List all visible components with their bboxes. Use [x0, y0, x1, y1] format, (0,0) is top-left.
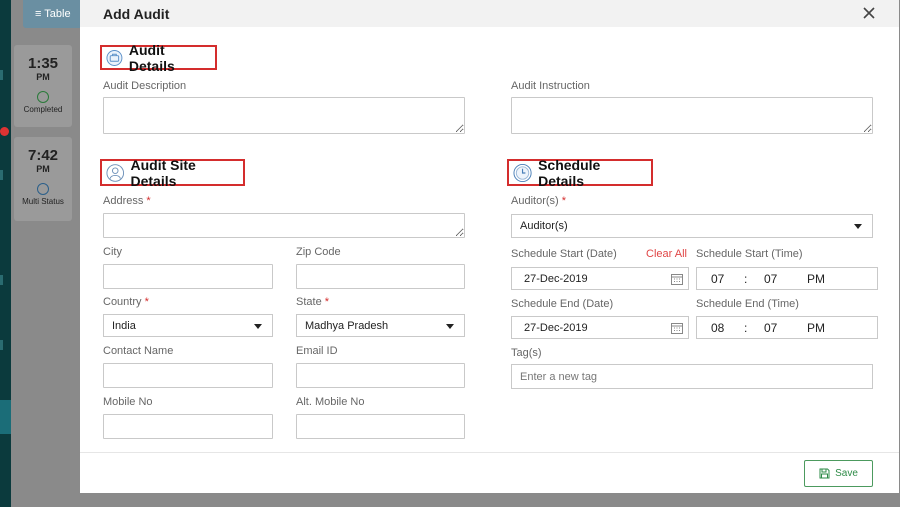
end-period[interactable]: PM: [807, 321, 825, 335]
tags-input[interactable]: Enter a new tag: [511, 364, 873, 389]
mobile-no-input[interactable]: [103, 414, 273, 439]
rail-active-item[interactable]: [0, 400, 11, 434]
audit-instruction-input[interactable]: [511, 97, 873, 134]
card-status: Completed: [23, 105, 63, 114]
dropdown-caret-icon: [254, 323, 262, 329]
tags-label: Tag(s): [511, 347, 542, 359]
calendar-icon[interactable]: [671, 322, 683, 334]
city-label: City: [103, 246, 122, 258]
auditors-placeholder: Auditor(s): [520, 220, 568, 232]
address-label: Address *: [103, 195, 151, 207]
schedule-end-date-input[interactable]: 27-Dec-2019: [511, 316, 689, 339]
mobile-no-label: Mobile No: [103, 396, 153, 408]
schedule-end-date-label: Schedule End (Date): [511, 298, 614, 310]
contact-name-label: Contact Name: [103, 345, 174, 357]
audit-site-details-heading: Audit Site Details: [100, 156, 245, 189]
city-input[interactable]: [103, 264, 273, 289]
schedule-details-heading: Schedule Details: [507, 156, 653, 189]
time-separator: :: [744, 272, 748, 286]
schedule-card[interactable]: 7:42 PM Multi Status: [14, 137, 72, 221]
end-hour[interactable]: 08: [711, 321, 724, 335]
audit-briefcase-icon: [106, 49, 123, 66]
schedule-start-date-value: 27-Dec-2019: [524, 272, 588, 285]
modal-footer: Save: [80, 452, 899, 493]
country-label-text: Country: [103, 296, 142, 308]
schedule-card[interactable]: 1:35 PM Completed: [14, 45, 72, 127]
country-select[interactable]: India: [103, 314, 273, 337]
user-icon: [106, 163, 125, 182]
tags-placeholder: Enter a new tag: [520, 370, 598, 383]
calendar-icon[interactable]: [671, 273, 683, 285]
schedule-start-time-label: Schedule Start (Time): [696, 248, 803, 260]
state-select[interactable]: Madhya Pradesh: [296, 314, 465, 337]
add-audit-modal: Add Audit Audit Details Audit Descriptio…: [80, 0, 899, 493]
schedule-end-date-value: 27-Dec-2019: [524, 321, 588, 334]
card-time: 1:35: [27, 55, 59, 72]
card-status: Multi Status: [22, 197, 64, 206]
rail-marker: [0, 170, 3, 180]
rail-marker: [0, 70, 3, 80]
start-minute[interactable]: 07: [764, 272, 777, 286]
audit-details-title: Audit Details: [128, 41, 175, 74]
state-label: State *: [296, 296, 329, 308]
modal-header: Add Audit: [80, 0, 899, 27]
alt-mobile-no-input[interactable]: [296, 414, 465, 439]
start-hour[interactable]: 07: [711, 272, 724, 286]
auditors-select[interactable]: Auditor(s): [511, 214, 873, 238]
country-value: India: [112, 319, 136, 332]
save-icon: [819, 468, 830, 479]
table-view-label: Table: [44, 8, 71, 20]
check-circle-icon: [37, 91, 49, 103]
dropdown-caret-icon: [446, 323, 454, 329]
required-mark: *: [561, 195, 567, 207]
audit-instruction-label: Audit Instruction: [511, 80, 590, 92]
modal-title: Add Audit: [103, 6, 170, 22]
schedule-start-date-label: Schedule Start (Date): [511, 248, 617, 260]
close-icon: [863, 7, 875, 19]
card-period: PM: [36, 72, 50, 82]
required-mark: *: [324, 296, 330, 308]
schedule-details-title: Schedule Details: [538, 156, 601, 189]
dropdown-caret-icon: [854, 224, 862, 229]
schedule-start-date-input[interactable]: 27-Dec-2019: [511, 267, 689, 290]
end-minute[interactable]: 07: [764, 321, 777, 335]
auditors-label-text: Auditor(s): [511, 195, 559, 207]
rail-marker: [0, 275, 3, 285]
clock-icon: [513, 163, 532, 182]
app-sidebar-rail: [0, 0, 11, 507]
save-button-label: Save: [835, 468, 858, 479]
start-period[interactable]: PM: [807, 272, 825, 286]
required-mark: *: [146, 195, 151, 207]
card-time: 7:42: [27, 147, 59, 164]
address-input[interactable]: [103, 213, 465, 238]
rail-marker: [0, 340, 3, 350]
country-label: Country *: [103, 296, 149, 308]
email-id-label: Email ID: [296, 345, 338, 357]
notification-badge: [0, 127, 9, 136]
required-mark: *: [144, 296, 149, 308]
close-button[interactable]: [861, 5, 877, 21]
alt-mobile-no-label: Alt. Mobile No: [296, 396, 365, 408]
address-label-text: Address: [103, 195, 144, 207]
audit-details-heading: Audit Details: [100, 42, 217, 74]
audit-description-input[interactable]: [103, 97, 465, 134]
schedule-start-time-input[interactable]: 07 : 07 PM: [696, 267, 878, 290]
contact-name-input[interactable]: [103, 363, 273, 388]
state-label-text: State: [296, 296, 322, 308]
save-button[interactable]: Save: [804, 460, 873, 487]
zip-code-label: Zip Code: [296, 246, 341, 258]
clear-all-link[interactable]: Clear All: [646, 248, 687, 260]
state-value: Madhya Pradesh: [305, 319, 389, 332]
card-period: PM: [36, 164, 50, 174]
schedule-end-time-label: Schedule End (Time): [696, 298, 799, 310]
schedule-end-time-input[interactable]: 08 : 07 PM: [696, 316, 878, 339]
email-id-input[interactable]: [296, 363, 465, 388]
auditors-label: Auditor(s) *: [511, 195, 566, 207]
audit-description-label: Audit Description: [103, 80, 187, 92]
multi-status-icon: [37, 183, 49, 195]
zip-code-input[interactable]: [296, 264, 465, 289]
audit-site-details-title: Audit Site Details: [130, 156, 196, 189]
time-separator: :: [744, 321, 748, 335]
